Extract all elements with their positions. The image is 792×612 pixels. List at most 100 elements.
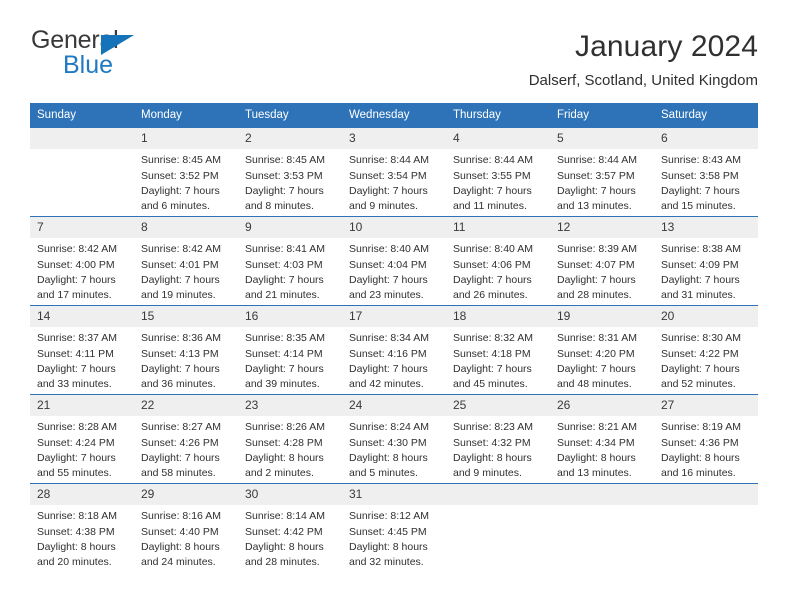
day-number: 11 (446, 217, 550, 239)
weekday-header-thursday: Thursday (446, 103, 550, 129)
sunset-text: Sunset: 3:54 PM (349, 169, 427, 182)
daylight-text-line1: Daylight: 7 hours (141, 452, 220, 465)
sunset-text: Sunset: 4:09 PM (661, 258, 739, 271)
day-info: Sunrise: 8:43 AM Sunset: 3:58 PM Dayligh… (654, 149, 758, 215)
daylight-text-line1: Daylight: 7 hours (453, 274, 532, 287)
sunrise-text: Sunrise: 8:24 AM (349, 421, 429, 434)
day-number: 16 (238, 306, 342, 328)
day-cell[interactable]: 11 Sunrise: 8:40 AM Sunset: 4:06 PM Dayl… (446, 216, 550, 306)
daylight-text-line1: Daylight: 7 hours (37, 274, 116, 287)
sunrise-text: Sunrise: 8:44 AM (453, 154, 533, 167)
day-info: Sunrise: 8:36 AM Sunset: 4:13 PM Dayligh… (134, 327, 238, 393)
daylight-text-line1: Daylight: 7 hours (245, 363, 324, 376)
daylight-text-line2: and 13 minutes. (557, 467, 632, 480)
sunset-text: Sunset: 4:13 PM (141, 347, 219, 360)
day-number: 21 (30, 395, 134, 417)
sunrise-text: Sunrise: 8:32 AM (453, 332, 533, 345)
sunrise-text: Sunrise: 8:44 AM (349, 154, 429, 167)
day-cell[interactable]: 3 Sunrise: 8:44 AM Sunset: 3:54 PM Dayli… (342, 128, 446, 217)
day-number: 20 (654, 306, 758, 328)
daylight-text-line1: Daylight: 7 hours (141, 363, 220, 376)
daylight-text-line1: Daylight: 8 hours (245, 541, 324, 554)
calendar-header-row: Sunday Monday Tuesday Wednesday Thursday… (30, 103, 758, 129)
sunrise-text: Sunrise: 8:19 AM (661, 421, 741, 434)
sunrise-text: Sunrise: 8:41 AM (245, 243, 325, 256)
day-cell[interactable]: 19 Sunrise: 8:31 AM Sunset: 4:20 PM Dayl… (550, 305, 654, 395)
day-cell[interactable]: 17 Sunrise: 8:34 AM Sunset: 4:16 PM Dayl… (342, 305, 446, 395)
daylight-text-line2: and 28 minutes. (245, 556, 320, 569)
sunset-text: Sunset: 4:06 PM (453, 258, 531, 271)
daylight-text-line1: Daylight: 7 hours (141, 185, 220, 198)
day-cell[interactable] (550, 483, 654, 573)
day-cell[interactable]: 26 Sunrise: 8:21 AM Sunset: 4:34 PM Dayl… (550, 394, 654, 484)
day-cell[interactable]: 24 Sunrise: 8:24 AM Sunset: 4:30 PM Dayl… (342, 394, 446, 484)
daylight-text-line2: and 39 minutes. (245, 378, 320, 391)
day-cell[interactable]: 22 Sunrise: 8:27 AM Sunset: 4:26 PM Dayl… (134, 394, 238, 484)
daylight-text-line2: and 31 minutes. (661, 289, 736, 302)
day-cell[interactable]: 25 Sunrise: 8:23 AM Sunset: 4:32 PM Dayl… (446, 394, 550, 484)
daylight-text-line2: and 11 minutes. (453, 200, 527, 213)
day-cell[interactable]: 5 Sunrise: 8:44 AM Sunset: 3:57 PM Dayli… (550, 128, 654, 217)
day-info: Sunrise: 8:12 AM Sunset: 4:45 PM Dayligh… (342, 505, 446, 571)
day-info: Sunrise: 8:45 AM Sunset: 3:53 PM Dayligh… (238, 149, 342, 215)
day-cell[interactable]: 18 Sunrise: 8:32 AM Sunset: 4:18 PM Dayl… (446, 305, 550, 395)
day-number (654, 484, 758, 506)
sunset-text: Sunset: 4:38 PM (37, 525, 115, 538)
daylight-text-line2: and 8 minutes. (245, 200, 314, 213)
day-info: Sunrise: 8:38 AM Sunset: 4:09 PM Dayligh… (654, 238, 758, 304)
day-cell[interactable]: 2 Sunrise: 8:45 AM Sunset: 3:53 PM Dayli… (238, 128, 342, 217)
daylight-text-line2: and 2 minutes. (245, 467, 314, 480)
day-cell[interactable]: 6 Sunrise: 8:43 AM Sunset: 3:58 PM Dayli… (654, 128, 758, 217)
daylight-text-line2: and 15 minutes. (661, 200, 736, 213)
day-info: Sunrise: 8:40 AM Sunset: 4:06 PM Dayligh… (446, 238, 550, 304)
day-cell[interactable]: 12 Sunrise: 8:39 AM Sunset: 4:07 PM Dayl… (550, 216, 654, 306)
day-number: 8 (134, 217, 238, 239)
day-number: 25 (446, 395, 550, 417)
day-cell[interactable]: 14 Sunrise: 8:37 AM Sunset: 4:11 PM Dayl… (30, 305, 134, 395)
day-cell[interactable] (446, 483, 550, 573)
day-cell[interactable]: 9 Sunrise: 8:41 AM Sunset: 4:03 PM Dayli… (238, 216, 342, 306)
daylight-text-line1: Daylight: 8 hours (349, 452, 428, 465)
weekday-header-friday: Friday (550, 103, 654, 129)
daylight-text-line1: Daylight: 7 hours (661, 274, 740, 287)
title-block: January 2024 Dalserf, Scotland, United K… (529, 28, 758, 89)
daylight-text-line1: Daylight: 7 hours (349, 274, 428, 287)
sunset-text: Sunset: 4:03 PM (245, 258, 323, 271)
day-cell[interactable] (30, 128, 134, 217)
day-number: 15 (134, 306, 238, 328)
day-info: Sunrise: 8:23 AM Sunset: 4:32 PM Dayligh… (446, 416, 550, 482)
day-cell[interactable]: 29 Sunrise: 8:16 AM Sunset: 4:40 PM Dayl… (134, 483, 238, 573)
day-cell[interactable]: 1 Sunrise: 8:45 AM Sunset: 3:52 PM Dayli… (134, 128, 238, 217)
day-number: 30 (238, 484, 342, 506)
day-cell[interactable]: 23 Sunrise: 8:26 AM Sunset: 4:28 PM Dayl… (238, 394, 342, 484)
day-cell[interactable] (654, 483, 758, 573)
day-number: 3 (342, 128, 446, 150)
daylight-text-line2: and 33 minutes. (37, 378, 112, 391)
day-cell[interactable]: 27 Sunrise: 8:19 AM Sunset: 4:36 PM Dayl… (654, 394, 758, 484)
day-cell[interactable]: 20 Sunrise: 8:30 AM Sunset: 4:22 PM Dayl… (654, 305, 758, 395)
day-cell[interactable]: 7 Sunrise: 8:42 AM Sunset: 4:00 PM Dayli… (30, 216, 134, 306)
day-cell[interactable]: 10 Sunrise: 8:40 AM Sunset: 4:04 PM Dayl… (342, 216, 446, 306)
day-cell[interactable]: 21 Sunrise: 8:28 AM Sunset: 4:24 PM Dayl… (30, 394, 134, 484)
day-info: Sunrise: 8:30 AM Sunset: 4:22 PM Dayligh… (654, 327, 758, 393)
daylight-text-line1: Daylight: 7 hours (661, 185, 740, 198)
calendar-body: 1 Sunrise: 8:45 AM Sunset: 3:52 PM Dayli… (30, 128, 758, 573)
day-cell[interactable]: 8 Sunrise: 8:42 AM Sunset: 4:01 PM Dayli… (134, 216, 238, 306)
day-number: 19 (550, 306, 654, 328)
sunset-text: Sunset: 4:20 PM (557, 347, 635, 360)
sunrise-text: Sunrise: 8:30 AM (661, 332, 741, 345)
day-cell[interactable]: 16 Sunrise: 8:35 AM Sunset: 4:14 PM Dayl… (238, 305, 342, 395)
day-cell[interactable]: 4 Sunrise: 8:44 AM Sunset: 3:55 PM Dayli… (446, 128, 550, 217)
daylight-text-line2: and 32 minutes. (349, 556, 424, 569)
daylight-text-line1: Daylight: 7 hours (37, 363, 116, 376)
sunrise-text: Sunrise: 8:18 AM (37, 510, 117, 523)
day-cell[interactable]: 28 Sunrise: 8:18 AM Sunset: 4:38 PM Dayl… (30, 483, 134, 573)
day-cell[interactable]: 30 Sunrise: 8:14 AM Sunset: 4:42 PM Dayl… (238, 483, 342, 573)
day-info: Sunrise: 8:44 AM Sunset: 3:54 PM Dayligh… (342, 149, 446, 215)
day-cell[interactable]: 31 Sunrise: 8:12 AM Sunset: 4:45 PM Dayl… (342, 483, 446, 573)
day-number: 23 (238, 395, 342, 417)
day-cell[interactable]: 13 Sunrise: 8:38 AM Sunset: 4:09 PM Dayl… (654, 216, 758, 306)
day-cell[interactable]: 15 Sunrise: 8:36 AM Sunset: 4:13 PM Dayl… (134, 305, 238, 395)
sunset-text: Sunset: 4:42 PM (245, 525, 323, 538)
daylight-text-line2: and 45 minutes. (453, 378, 528, 391)
